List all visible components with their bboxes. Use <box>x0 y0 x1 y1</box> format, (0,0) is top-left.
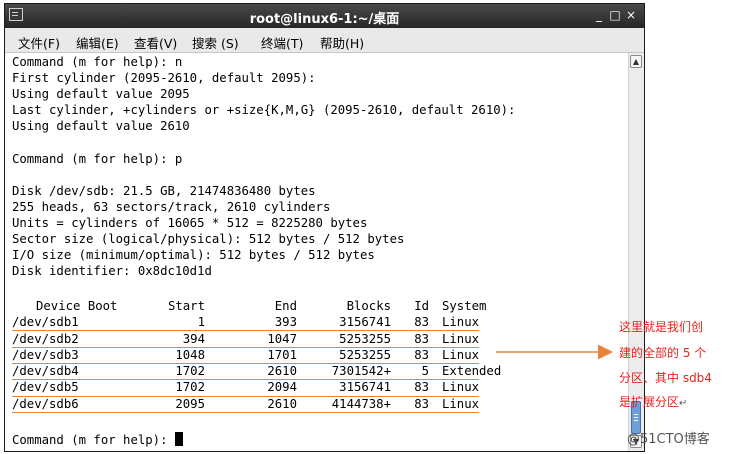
terminal-line: Command (m for help): n <box>12 55 183 69</box>
cell-id: 83 <box>414 332 429 346</box>
cell-start: 1 <box>197 315 205 329</box>
annotation-line: 分区、其中 sdb4 <box>619 371 712 385</box>
cell-id: 83 <box>414 380 429 394</box>
minimize-button[interactable]: _ <box>592 7 606 23</box>
cell-start: 1702 <box>175 380 205 394</box>
annotation-text: 是扩展分区 <box>619 395 680 409</box>
cell-start: 1702 <box>175 364 205 378</box>
return-mark-icon: ↵ <box>679 398 688 409</box>
cell-system: Linux <box>442 348 480 362</box>
cell-blocks: 5253255 <box>339 348 391 362</box>
cell-end: 1047 <box>267 332 297 346</box>
terminal-line: Sector size (logical/physical): 512 byte… <box>12 232 405 246</box>
annotation-line: 是扩展分区↵ <box>619 393 687 410</box>
cell-end: 2094 <box>267 380 297 394</box>
menu-edit[interactable]: 编辑(E) <box>76 33 119 52</box>
cell-device: /dev/sdb6 <box>12 397 79 411</box>
cell-id: 5 <box>421 364 429 378</box>
cell-device: /dev/sdb2 <box>12 332 79 346</box>
header-system: System <box>442 299 487 313</box>
header-device-boot: Device Boot <box>36 299 118 313</box>
command-prompt[interactable]: Command (m for help): <box>12 432 183 448</box>
cell-id: 83 <box>414 397 429 411</box>
terminal-line: Disk identifier: 0x8dc10d1d <box>12 264 212 278</box>
text-cursor <box>174 432 183 446</box>
cell-id: 83 <box>414 315 429 329</box>
cell-system: Linux <box>442 397 480 411</box>
cell-system: Linux <box>442 315 480 329</box>
terminal-window: root@linux6-1:~/桌面 _ □ × 文件(F) 编辑(E) 查看(… <box>4 3 645 452</box>
cell-start: 1048 <box>175 348 205 362</box>
close-button[interactable]: × <box>624 7 638 23</box>
terminal-line: Last cylinder, +cylinders or +size{K,M,G… <box>12 103 516 117</box>
menu-help[interactable]: 帮助(H) <box>320 33 364 52</box>
watermark: @51CTO博客 <box>627 432 710 447</box>
header-blocks: Blocks <box>346 299 391 313</box>
terminal-output[interactable]: Command (m for help): n First cylinder (… <box>5 53 628 451</box>
cell-system: Extended <box>442 364 502 378</box>
header-end: End <box>274 299 297 313</box>
scroll-up-arrow-icon[interactable]: ▲ <box>630 55 642 68</box>
cell-start: 2095 <box>175 397 205 411</box>
terminal-line: Command (m for help): p <box>12 152 183 166</box>
maximize-button[interactable]: □ <box>608 7 622 23</box>
vertical-scrollbar[interactable]: ▲ ▼ <box>628 53 644 451</box>
cell-end: 393 <box>274 315 297 329</box>
header-id: Id <box>414 299 429 313</box>
cell-blocks: 3156741 <box>339 315 391 329</box>
cell-device: /dev/sdb3 <box>12 348 79 362</box>
terminal-line: Units = cylinders of 16065 * 512 = 82252… <box>12 216 368 230</box>
row-underline <box>12 412 479 413</box>
menu-file[interactable]: 文件(F) <box>18 33 60 52</box>
terminal-line: I/O size (minimum/optimal): 512 bytes / … <box>12 248 375 262</box>
cell-blocks: 4144738+ <box>331 397 391 411</box>
cell-system: Linux <box>442 380 480 394</box>
title-bar[interactable]: root@linux6-1:~/桌面 _ □ × <box>5 4 644 28</box>
cell-blocks: 5253255 <box>339 332 391 346</box>
cell-device: /dev/sdb4 <box>12 364 79 378</box>
cell-start: 394 <box>182 332 205 346</box>
terminal-line: Using default value 2095 <box>12 87 190 101</box>
menu-search[interactable]: 搜索 (S) <box>192 33 239 52</box>
terminal-line: Using default value 2610 <box>12 119 190 133</box>
cell-system: Linux <box>442 332 480 346</box>
header-start: Start <box>167 299 205 313</box>
cell-device: /dev/sdb1 <box>12 315 79 329</box>
menu-terminal[interactable]: 终端(T) <box>261 33 303 52</box>
window-title: root@linux6-1:~/桌面 <box>249 12 400 27</box>
annotation-line: 建的全部的 5 个 <box>619 346 707 360</box>
terminal-line: 255 heads, 63 sectors/track, 2610 cylind… <box>12 200 331 214</box>
cell-id: 83 <box>414 348 429 362</box>
menu-bar: 文件(F) 编辑(E) 查看(V) 搜索 (S) 终端(T) 帮助(H) <box>5 28 644 53</box>
annotation-line: 这里就是我们创 <box>619 320 704 334</box>
cell-end: 2610 <box>267 397 297 411</box>
cell-blocks: 7301542+ <box>331 364 391 378</box>
cell-device: /dev/sdb5 <box>12 380 79 394</box>
cell-end: 2610 <box>267 364 297 378</box>
cell-blocks: 3156741 <box>339 380 391 394</box>
cell-end: 1701 <box>267 348 297 362</box>
terminal-line: First cylinder (2095-2610, default 2095)… <box>12 71 316 85</box>
terminal-line: Disk /dev/sdb: 21.5 GB, 21474836480 byte… <box>12 184 316 198</box>
prompt-text: Command (m for help): <box>12 433 175 447</box>
menu-view[interactable]: 查看(V) <box>134 33 177 52</box>
